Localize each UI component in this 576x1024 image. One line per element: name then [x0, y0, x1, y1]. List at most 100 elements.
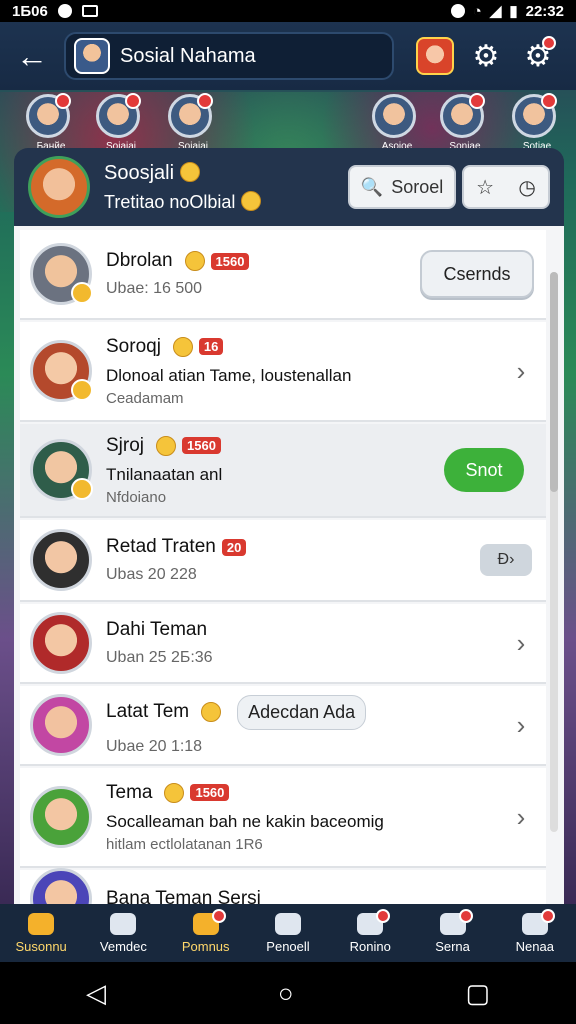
nav-item[interactable]: Pomnus	[170, 908, 242, 954]
smile-emoji-icon	[180, 161, 201, 182]
friend-notify-badge	[197, 93, 213, 109]
item-meta: Nfdoiano	[106, 488, 167, 506]
home-circle-icon[interactable]: ○	[278, 978, 294, 1009]
list-item[interactable]: Soroqj 16 Dlonoal atian Tame, loustenalla…	[20, 322, 546, 422]
profile-avatar[interactable]	[28, 156, 90, 218]
nav-item[interactable]: Vemdec	[87, 912, 159, 954]
chevron-right-icon[interactable]: ›	[506, 356, 536, 387]
chevron-right-icon[interactable]: ›	[506, 802, 536, 833]
friend-avatar[interactable]: Soiaiai	[168, 93, 213, 152]
emoji-icon	[184, 251, 205, 271]
android-navigation-bar: ◁ ○ ▢	[0, 962, 576, 1024]
notification-dot	[542, 36, 556, 50]
list-item[interactable]: Bana Teman Sersi	[20, 868, 546, 904]
item-subtitle: Uban 25 2Б:36	[106, 649, 213, 666]
friend-notify-badge	[55, 93, 71, 109]
level-badge: 1560	[182, 437, 221, 454]
level-badge: 20	[221, 538, 247, 556]
recents-square-icon[interactable]: ▢	[465, 978, 490, 1009]
header-title: Sosial Nahama	[120, 44, 256, 67]
list-item[interactable]: Dahi Teman Uban 25 2Б:36 ›	[20, 604, 546, 684]
friend-avatar[interactable]: Soiaiai	[96, 93, 141, 152]
avatar	[30, 243, 93, 305]
bottom-navigation: Susonnu Vemdec Pomnus Penoell Ronino Ser…	[0, 904, 576, 962]
wifi-icon: ◔	[472, 2, 482, 20]
item-meta: Ceadamam	[106, 389, 184, 407]
title-pill[interactable]: Sosial Nahama	[64, 32, 394, 80]
nav-item[interactable]: Susonnu	[5, 912, 77, 954]
scrollbar[interactable]	[550, 272, 558, 832]
profile-card: Soosjali Tretitao noOlbial 🔍 Soroel ☆ ◷	[14, 148, 564, 226]
nav-item[interactable]: Penoell	[252, 912, 324, 954]
item-title: Sjroj	[106, 434, 145, 456]
list-item[interactable]: Retad Traten 20 Ubas 20 228 Ɖ ›	[20, 520, 546, 602]
nav-item[interactable]: Ronino	[334, 908, 406, 954]
emoji-icon	[172, 336, 193, 357]
list-item[interactable]: Dbrolan 1560 Ubae: 16 500 Csernds	[20, 230, 546, 320]
send-button[interactable]: Snot	[444, 448, 524, 492]
item-subtitle: Ubas 20 228	[106, 566, 197, 583]
item-title: Dbrolan	[106, 250, 173, 271]
friend-list-panel: Dbrolan 1560 Ubae: 16 500 Csernds Soroqj 1…	[14, 226, 564, 904]
avatar	[30, 439, 93, 501]
item-title: Latat Tem	[106, 701, 190, 722]
signal-icon: ◢	[489, 3, 502, 20]
back-arrow-icon[interactable]: ←	[12, 36, 52, 76]
list-item[interactable]: Latat Tem Adecdan Ada Ubae 20 1:18 ›	[20, 686, 546, 766]
nav-item[interactable]: Nenaa	[499, 908, 571, 954]
friends-strip: Банйе Soiaiai Soiaiai Asoioe Soniae Soti…	[0, 90, 576, 152]
friend-avatar[interactable]: Sotiae	[512, 93, 557, 152]
profile-subtitle: Tretitao noOlbial	[104, 191, 236, 212]
friend-action-button[interactable]: Csernds	[420, 250, 534, 298]
quick-action-button[interactable]: Ɖ ›	[480, 544, 532, 576]
star-icon[interactable]: ☆	[476, 175, 494, 200]
filter-buttons[interactable]: ☆ ◷	[462, 165, 550, 209]
profile-info: Soosjali Tretitao noOlbial	[104, 161, 262, 213]
item-title: Dahi Teman	[106, 619, 208, 640]
avatar	[30, 786, 92, 848]
clock-icon	[57, 4, 72, 18]
item-subtitle: Ubae: 16 500	[106, 280, 203, 297]
notify-dot	[211, 908, 226, 923]
user-avatar-small	[74, 38, 110, 74]
friend-avatar[interactable]: Soniae	[440, 93, 485, 152]
nav-label: Ronino	[349, 938, 391, 954]
status-bar: 1Б06 ◔ ◢ ▮ 22:32	[0, 0, 576, 22]
nav-label: Serna	[435, 938, 470, 954]
item-title: Retad Traten	[106, 536, 216, 557]
level-badge: 1560	[190, 784, 230, 801]
chevron-right-icon[interactable]: ›	[506, 710, 536, 741]
emoji-icon	[241, 190, 262, 211]
back-triangle-icon[interactable]: ◁	[86, 978, 106, 1009]
history-icon[interactable]: ◷	[518, 175, 535, 200]
search-button[interactable]: 🔍 Soroel	[348, 165, 456, 209]
friend-avatar[interactable]: Банйе	[26, 93, 71, 152]
quick-action-label: Ɖ	[497, 551, 510, 568]
home-icon	[28, 912, 55, 935]
top-header: ← Sosial Nahama ⚙ ⚙	[0, 22, 576, 90]
list-item[interactable]: Tema 1560 Socalleaman bah ne kakin baceom…	[20, 768, 546, 868]
search-icon: 🔍	[360, 176, 384, 197]
level-badge: 16	[198, 338, 224, 355]
tag-chip[interactable]: Adecdan Ada	[237, 694, 367, 730]
list-item[interactable]: Sjroj 1560 Tnilanaatan anl Nfdoiano Snot	[20, 424, 546, 518]
friend-avatar[interactable]: Asoioe	[372, 94, 416, 152]
settings-icon[interactable]: ⚙	[466, 36, 506, 76]
nav-label: Nenaa	[515, 938, 554, 954]
item-message: Tnilanaatan anl	[106, 464, 223, 484]
profile-actions: 🔍 Soroel ☆ ◷	[348, 165, 550, 209]
notification-settings-icon[interactable]: ⚙	[518, 36, 558, 76]
scrollbar-thumb[interactable]	[550, 272, 558, 492]
nav-label: Penoell	[266, 938, 310, 954]
nav-item[interactable]: Serna	[417, 908, 489, 954]
item-message: Socalleaman bah ne kakin baceomig	[106, 811, 384, 831]
status-time-left: 1Б06	[12, 2, 48, 20]
profile-avatar-button[interactable]	[416, 37, 454, 75]
shield-icon	[274, 912, 301, 935]
emoji-icon	[164, 782, 185, 803]
avatar	[30, 340, 93, 402]
notify-dot	[540, 908, 555, 923]
item-meta: hitlam ectlolatanan 1R6	[106, 835, 263, 853]
chevron-right-icon[interactable]: ›	[506, 628, 536, 659]
nav-label: Vemdec	[99, 938, 147, 954]
